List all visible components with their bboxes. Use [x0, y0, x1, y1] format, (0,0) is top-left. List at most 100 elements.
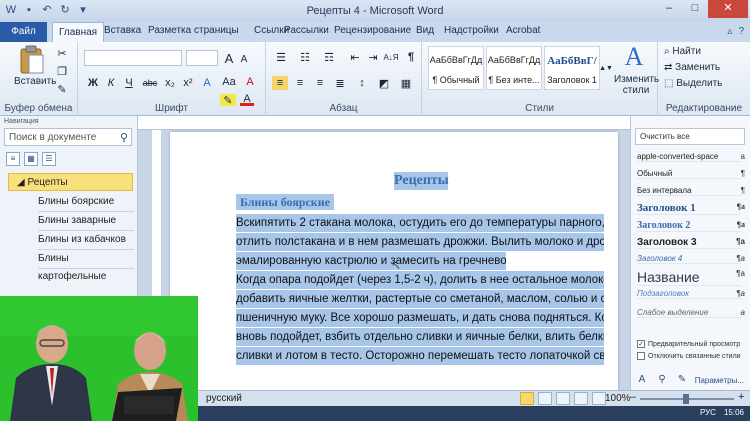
headings-view-icon[interactable]: ≡	[6, 152, 20, 166]
full-screen-reading-icon[interactable]	[538, 392, 552, 405]
find-button[interactable]: ⌕ Найти	[664, 46, 701, 57]
decrease-indent-icon[interactable]: ⇤	[348, 50, 362, 64]
font-size-combo[interactable]	[186, 50, 218, 66]
style-row[interactable]: Без интервала ¶	[637, 186, 745, 196]
tab-home[interactable]: Главная	[52, 22, 105, 43]
nav-item-zucchini-pancakes[interactable]: Блины из кабачков	[38, 231, 134, 250]
style-row[interactable]: Заголовок 1 ¶a	[637, 202, 745, 215]
change-case-icon[interactable]: Aa	[220, 74, 238, 90]
zoom-slider-thumb[interactable]	[683, 394, 689, 404]
tab-mailings[interactable]: Рассылки	[284, 25, 329, 36]
tab-page-layout[interactable]: Разметка страницы	[148, 25, 239, 36]
change-styles-label[interactable]: Изменить стили	[614, 74, 659, 96]
search-icon[interactable]: ⚲	[120, 131, 128, 144]
print-layout-icon[interactable]	[520, 392, 534, 405]
style-row-name: Без интервала	[637, 186, 692, 195]
results-view-icon[interactable]: ☰	[42, 152, 56, 166]
style-no-spacing[interactable]: АаБбВвГгДд ¶ Без инте...	[486, 46, 542, 90]
nav-item-boyar-pancakes[interactable]: Блины боярские	[38, 193, 134, 212]
text-effects-icon[interactable]: A	[200, 76, 214, 90]
tab-addins[interactable]: Надстройки	[444, 25, 499, 36]
clock[interactable]: 15:06	[724, 408, 744, 417]
pages-view-icon[interactable]: ▦	[24, 152, 38, 166]
cut-icon[interactable]: ✂	[55, 46, 69, 60]
justify-icon[interactable]: ≣	[332, 76, 348, 90]
numbering-icon[interactable]: ☷	[296, 50, 314, 64]
ribbon: Вставить ✂ ❐ ✎ Буфер обмена A A Aa A Ж К…	[0, 42, 750, 116]
shrink-font-icon[interactable]: A	[238, 52, 250, 66]
strikethrough-button[interactable]: abc	[140, 76, 160, 90]
tab-acrobat[interactable]: Acrobat	[506, 25, 540, 36]
new-style-icon[interactable]: A	[635, 374, 649, 386]
preview-checkbox[interactable]: ✓ Предварительный просмотр	[637, 340, 740, 348]
tab-insert[interactable]: Вставка	[104, 25, 141, 36]
style-normal[interactable]: АаБбВвГгДд ¶ Обычный	[428, 46, 484, 90]
style-row[interactable]: Название ¶a	[637, 269, 745, 286]
style-inspector-icon[interactable]: ⚲	[655, 374, 669, 386]
clear-formatting-icon[interactable]: A	[242, 74, 258, 90]
line-spacing-icon[interactable]: ↕	[354, 76, 370, 90]
superscript-button[interactable]: x²	[180, 76, 196, 90]
paste-button-label[interactable]: Вставить	[14, 76, 56, 87]
style-heading1[interactable]: АаБбВвГ/ Заголовок 1	[544, 46, 600, 90]
style-row[interactable]: Слабое выделение a	[637, 308, 745, 318]
tab-view[interactable]: Вид	[416, 25, 434, 36]
underline-button[interactable]: Ч	[122, 76, 136, 90]
bold-button[interactable]: Ж	[86, 76, 100, 90]
multilevel-list-icon[interactable]: ☶	[320, 50, 338, 64]
style-row[interactable]: Заголовок 2 ¶a	[637, 220, 745, 232]
manage-styles-icon[interactable]: ✎	[675, 374, 689, 386]
outline-view-icon[interactable]	[574, 392, 588, 405]
subscript-button[interactable]: x₂	[162, 76, 178, 90]
shading-icon[interactable]: ◩	[376, 76, 392, 90]
align-right-icon[interactable]: ≡	[312, 76, 328, 90]
style-row[interactable]: Обычный ¶	[637, 169, 745, 179]
disable-linked-checkbox[interactable]: Отключить связанные стили	[637, 352, 741, 360]
show-formatting-icon[interactable]: ¶	[404, 50, 418, 64]
help-icon[interactable]: ?	[738, 26, 744, 37]
italic-button[interactable]: К	[104, 76, 118, 90]
zoom-level[interactable]: 100%	[605, 393, 631, 404]
sort-icon[interactable]: А↓Я	[382, 50, 400, 64]
font-group-label: Шрифт	[155, 103, 188, 114]
minimize-ribbon-icon[interactable]: ▵	[727, 26, 732, 37]
nav-item-potato-pancakes[interactable]: Блины картофельные	[38, 250, 134, 282]
zoom-out-button[interactable]: –	[630, 391, 636, 403]
language-indicator[interactable]: русский	[206, 393, 242, 404]
align-center-icon[interactable]: ≡	[292, 76, 308, 90]
clear-all-button[interactable]: Очистить все	[635, 128, 745, 145]
borders-icon[interactable]: ▦	[398, 76, 414, 90]
increase-indent-icon[interactable]: ⇥	[366, 50, 380, 64]
style-row[interactable]: Заголовок 3 ¶a	[637, 237, 745, 249]
styles-scroll-icon[interactable]: ▲▼	[599, 48, 613, 88]
nav-search-input[interactable]: Поиск в документе ⚲	[4, 128, 132, 146]
grow-font-icon[interactable]: A	[222, 50, 236, 66]
style-row-name: Заголовок 1	[637, 202, 696, 214]
replace-button[interactable]: ⇄ Заменить	[664, 62, 720, 73]
horizontal-ruler[interactable]	[138, 116, 630, 130]
zoom-in-button[interactable]: +	[738, 391, 744, 403]
maximize-button[interactable]: □	[682, 0, 708, 18]
select-label: Выделить	[676, 78, 723, 89]
styles-options-link[interactable]: Параметры...	[695, 376, 744, 385]
draft-view-icon[interactable]	[592, 392, 606, 405]
tab-review[interactable]: Рецензирование	[334, 25, 411, 36]
paste-icon[interactable]	[18, 45, 46, 75]
tab-file[interactable]: Файл	[0, 22, 47, 42]
style-row[interactable]: apple-converted-space a	[637, 152, 745, 162]
web-layout-icon[interactable]	[556, 392, 570, 405]
nav-item-recipes[interactable]: ◢ Рецепты	[8, 173, 133, 191]
close-button[interactable]: ✕	[708, 0, 748, 18]
select-button[interactable]: ⬚ Выделить	[664, 78, 722, 89]
change-styles-icon[interactable]: A	[614, 42, 654, 71]
format-painter-icon[interactable]: ✎	[55, 82, 69, 96]
align-left-icon[interactable]: ≡	[272, 76, 288, 90]
minimize-button[interactable]: –	[656, 0, 682, 18]
style-row[interactable]: Заголовок 4 ¶a	[637, 254, 745, 264]
bullets-icon[interactable]: ☰	[272, 50, 290, 64]
copy-icon[interactable]: ❐	[55, 64, 69, 78]
nav-item-custard-pancakes[interactable]: Блины заварные	[38, 212, 134, 231]
keyboard-language[interactable]: РУС	[700, 408, 716, 417]
style-row[interactable]: Подзаголовок ¶a	[637, 289, 745, 299]
font-name-combo[interactable]	[84, 50, 182, 66]
